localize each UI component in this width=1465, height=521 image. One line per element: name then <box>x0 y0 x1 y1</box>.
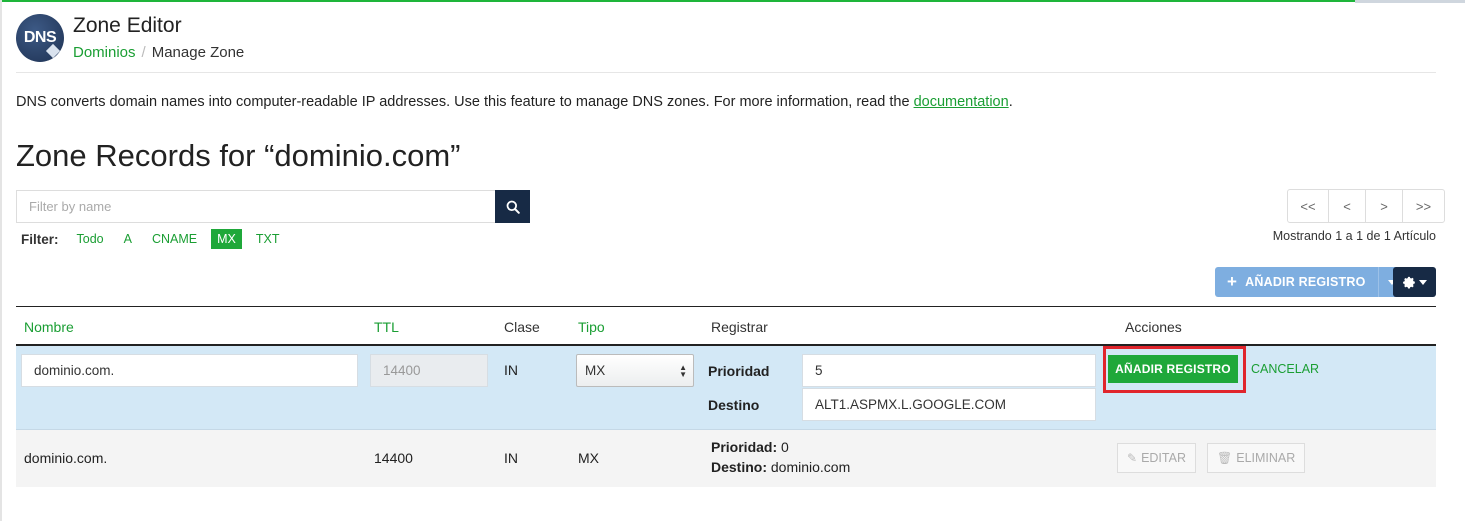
filter-txt[interactable]: TXT <box>250 229 286 249</box>
type-select[interactable]: MX ▲ ▼ <box>576 354 694 387</box>
delete-button[interactable]: 🗑 ELIMINAR <box>1207 443 1306 473</box>
filter-bar: Filter: Todo A CNAME MX TXT <box>21 229 293 249</box>
search-input[interactable] <box>16 190 495 223</box>
row-target-value: dominio.com <box>770 459 851 475</box>
page-header: DNS Zone Editor Dominios / Manage Zone <box>16 14 244 62</box>
trash-icon: 🗑 <box>1217 451 1233 465</box>
pencil-icon: ✎ <box>1127 451 1138 465</box>
row-priority-label: Prioridad: <box>711 439 778 455</box>
breadcrumb: Dominios / Manage Zone <box>73 44 244 61</box>
filter-a[interactable]: A <box>118 229 138 249</box>
row-name: dominio.com. <box>24 450 108 466</box>
delete-label: ELIMINAR <box>1236 451 1296 465</box>
add-record-button[interactable]: + AÑADIR REGISTRO <box>1215 267 1378 297</box>
column-header-record: Registrar <box>711 319 768 335</box>
filter-label: Filter: <box>21 231 59 247</box>
row-class: IN <box>504 450 518 466</box>
table-row: dominio.com. 14400 IN MX Prioridad: 0 De… <box>16 430 1436 487</box>
ttl-input: 14400 <box>370 354 488 387</box>
cancel-link[interactable]: CANCELAR <box>1251 362 1319 376</box>
select-arrows-icon: ▲ ▼ <box>679 363 687 379</box>
documentation-link[interactable]: documentation <box>914 94 1009 110</box>
showing-count: Mostrando 1 a 1 de 1 Artículo <box>1272 229 1436 243</box>
class-value: IN <box>504 362 518 378</box>
row-type: MX <box>578 450 599 466</box>
add-record-submit-button[interactable]: AÑADIR REGISTRO <box>1108 355 1238 383</box>
table-header: Nombre TTL Clase Tipo Registrar Acciones <box>16 306 1436 346</box>
filter-mx[interactable]: MX <box>211 229 242 249</box>
zone-records-table: Nombre TTL Clase Tipo Registrar Acciones… <box>16 306 1436 487</box>
edit-button[interactable]: ✎ EDITAR <box>1117 443 1196 473</box>
target-label: Destino <box>708 397 760 413</box>
chevron-down-icon <box>1418 279 1427 285</box>
description-text: DNS converts domain names into computer-… <box>16 94 914 110</box>
row-priority: Prioridad: 0 <box>711 439 789 455</box>
filter-todo[interactable]: Todo <box>71 229 110 249</box>
priority-input[interactable]: 5 <box>802 354 1096 387</box>
column-header-name[interactable]: Nombre <box>24 319 74 335</box>
header-divider <box>16 72 1436 73</box>
row-target: Destino: dominio.com <box>711 459 850 475</box>
add-record-label: AÑADIR REGISTRO <box>1245 275 1366 289</box>
settings-button[interactable] <box>1393 267 1436 297</box>
zone-records-title: Zone Records for “dominio.com” <box>16 138 461 173</box>
pager-first-button[interactable]: << <box>1288 190 1329 222</box>
description: DNS converts domain names into computer-… <box>16 94 1013 110</box>
type-select-value: MX <box>585 363 606 378</box>
edit-label: EDITAR <box>1141 451 1186 465</box>
description-end: . <box>1008 94 1013 110</box>
priority-label: Prioridad <box>708 363 770 379</box>
column-header-class: Clase <box>504 319 540 335</box>
column-header-type[interactable]: Tipo <box>578 319 605 335</box>
add-record-split-button: + AÑADIR REGISTRO <box>1215 267 1402 297</box>
breadcrumb-dominios-link[interactable]: Dominios <box>73 44 136 61</box>
pagination: << < > >> <box>1287 189 1445 223</box>
top-accent-bar <box>0 0 1465 2</box>
breadcrumb-separator: / <box>141 44 146 61</box>
row-priority-value: 0 <box>781 439 789 455</box>
page-title: Zone Editor <box>73 14 182 37</box>
filter-cname[interactable]: CNAME <box>146 229 203 249</box>
edit-record-row: dominio.com. 14400 IN MX ▲ ▼ Prioridad 5 … <box>16 346 1436 430</box>
column-header-actions: Acciones <box>1125 319 1182 335</box>
row-ttl: 14400 <box>374 450 413 466</box>
left-border <box>0 0 2 521</box>
breadcrumb-current: Manage Zone <box>151 44 245 61</box>
pager-next-button[interactable]: > <box>1366 190 1403 222</box>
search-icon <box>506 200 520 214</box>
gear-icon <box>1402 276 1415 289</box>
dns-logo-icon: DNS <box>16 14 64 62</box>
pager-prev-button[interactable]: < <box>1329 190 1366 222</box>
name-input[interactable]: dominio.com. <box>21 354 358 387</box>
plus-icon: + <box>1227 272 1238 291</box>
search-box <box>16 190 530 223</box>
target-input[interactable]: ALT1.ASPMX.L.GOOGLE.COM <box>802 388 1096 421</box>
search-button[interactable] <box>495 190 530 223</box>
top-right-mark <box>1355 0 1465 3</box>
pager-last-button[interactable]: >> <box>1403 190 1444 222</box>
row-target-label: Destino: <box>711 459 767 475</box>
column-header-ttl[interactable]: TTL <box>374 319 399 335</box>
